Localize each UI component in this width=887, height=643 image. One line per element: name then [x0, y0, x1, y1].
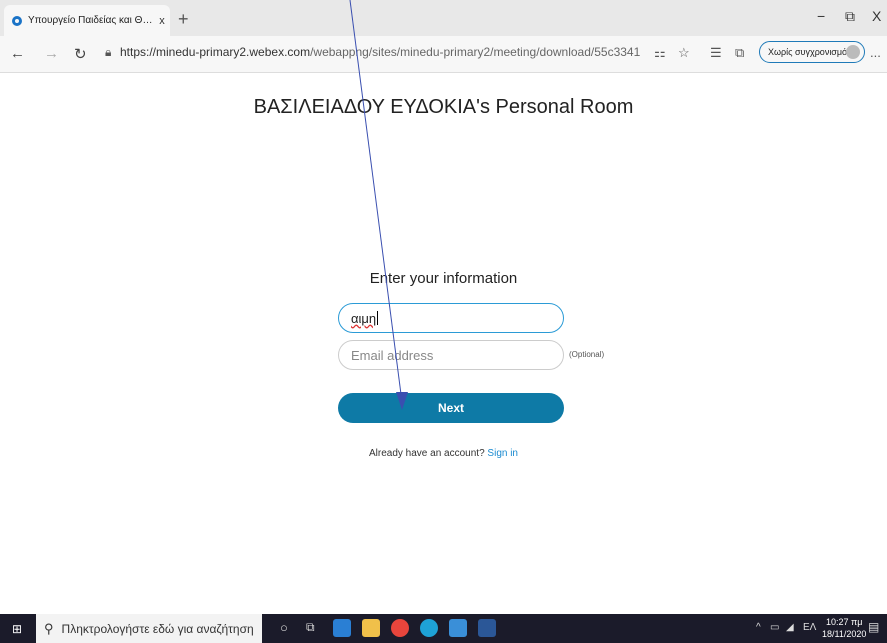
- clock-date: 18/11/2020: [822, 629, 867, 639]
- chrome-icon[interactable]: [391, 619, 409, 637]
- cortana-icon[interactable]: ○: [280, 620, 288, 635]
- search-placeholder: Πληκτρολογήστε εδώ για αναζήτηση: [61, 621, 254, 636]
- volume-icon[interactable]: ◢: [786, 622, 794, 633]
- language-indicator[interactable]: ΕΛ: [803, 622, 816, 633]
- edge-icon[interactable]: [420, 619, 438, 637]
- tray-chevron-icon[interactable]: ^: [756, 622, 761, 633]
- clock[interactable]: 10:27 πμ 18/11/2020: [822, 616, 866, 640]
- windows-start-icon[interactable]: ⊞: [12, 622, 22, 636]
- annotation-arrow-line: [349, 0, 403, 403]
- clock-time: 10:27 πμ: [825, 617, 863, 627]
- search-icon: ⚲: [44, 620, 54, 636]
- word-icon[interactable]: [478, 619, 496, 637]
- outlook-icon[interactable]: [333, 619, 351, 637]
- taskbar-search[interactable]: ⚲ Πληκτρολογήστε εδώ για αναζήτηση: [36, 614, 262, 643]
- taskbar: ⊞ ⚲ Πληκτρολογήστε εδώ για αναζήτηση ○ ⧉…: [0, 614, 887, 643]
- notifications-icon[interactable]: ▤: [868, 620, 879, 634]
- annotation-arrow: [349, 0, 408, 410]
- network-icon[interactable]: ▭: [770, 622, 779, 633]
- file-explorer-icon[interactable]: [362, 619, 380, 637]
- store-icon[interactable]: [449, 619, 467, 637]
- annotation-arrow-head: [396, 392, 408, 410]
- task-view-icon[interactable]: ⧉: [306, 620, 315, 635]
